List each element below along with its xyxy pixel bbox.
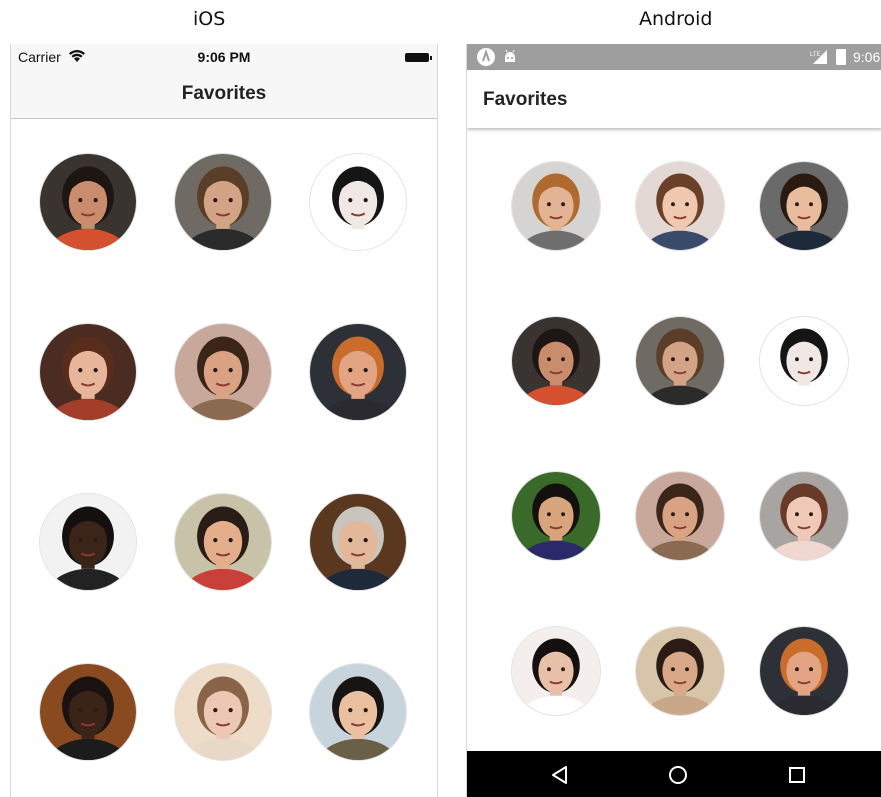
favorite-avatar[interactable] — [511, 316, 601, 406]
battery-icon — [405, 53, 432, 62]
recent-apps-icon[interactable] — [783, 761, 811, 789]
ios-clock: 9:06 PM — [197, 49, 251, 65]
favorite-avatar[interactable] — [511, 626, 601, 716]
favorite-avatar[interactable] — [309, 153, 407, 251]
ios-status-bar: Carrier 9:06 PM — [11, 44, 437, 70]
favorite-avatar[interactable] — [39, 493, 137, 591]
favorite-avatar[interactable] — [309, 663, 407, 761]
favorite-avatar[interactable] — [635, 316, 725, 406]
favorite-avatar[interactable] — [759, 626, 849, 716]
back-icon[interactable] — [546, 761, 574, 789]
react-native-icon — [477, 48, 495, 66]
android-screen: LTE 9:06 Favorites — [466, 44, 881, 797]
favorite-avatar[interactable] — [39, 153, 137, 251]
favorite-avatar[interactable] — [759, 316, 849, 406]
ios-platform-label: iOS — [193, 8, 226, 30]
android-debug-icon — [505, 49, 515, 62]
ios-navigation-bar: Favorites — [11, 70, 437, 119]
battery-icon — [836, 49, 846, 65]
favorite-avatar[interactable] — [174, 153, 272, 251]
favorite-avatar[interactable] — [635, 161, 725, 251]
page-title: Favorites — [181, 83, 267, 104]
favorite-avatar[interactable] — [635, 471, 725, 561]
favorite-avatar[interactable] — [174, 323, 272, 421]
favorite-avatar[interactable] — [309, 323, 407, 421]
favorite-avatar[interactable] — [174, 663, 272, 761]
android-navigation-bar — [467, 751, 881, 797]
favorite-avatar[interactable] — [174, 493, 272, 591]
ios-screen: Carrier 9:06 PM Favorites — [10, 44, 438, 797]
android-app-bar: Favorites — [467, 70, 881, 128]
favorite-avatar[interactable] — [511, 471, 601, 561]
favorite-avatar[interactable] — [511, 161, 601, 251]
signal-icon: LTE — [810, 50, 827, 64]
page-title: Favorites — [483, 89, 568, 110]
android-platform-label: Android — [639, 8, 713, 30]
favorite-avatar[interactable] — [39, 323, 137, 421]
android-clock: 9:06 — [853, 49, 881, 65]
favorite-avatar[interactable] — [759, 161, 849, 251]
home-icon[interactable] — [664, 761, 692, 789]
favorite-avatar[interactable] — [759, 471, 849, 561]
android-status-bar: LTE 9:06 — [467, 44, 881, 70]
favorite-avatar[interactable] — [39, 663, 137, 761]
svg-text:LTE: LTE — [810, 52, 821, 58]
favorite-avatar[interactable] — [309, 493, 407, 591]
favorite-avatar[interactable] — [635, 626, 725, 716]
